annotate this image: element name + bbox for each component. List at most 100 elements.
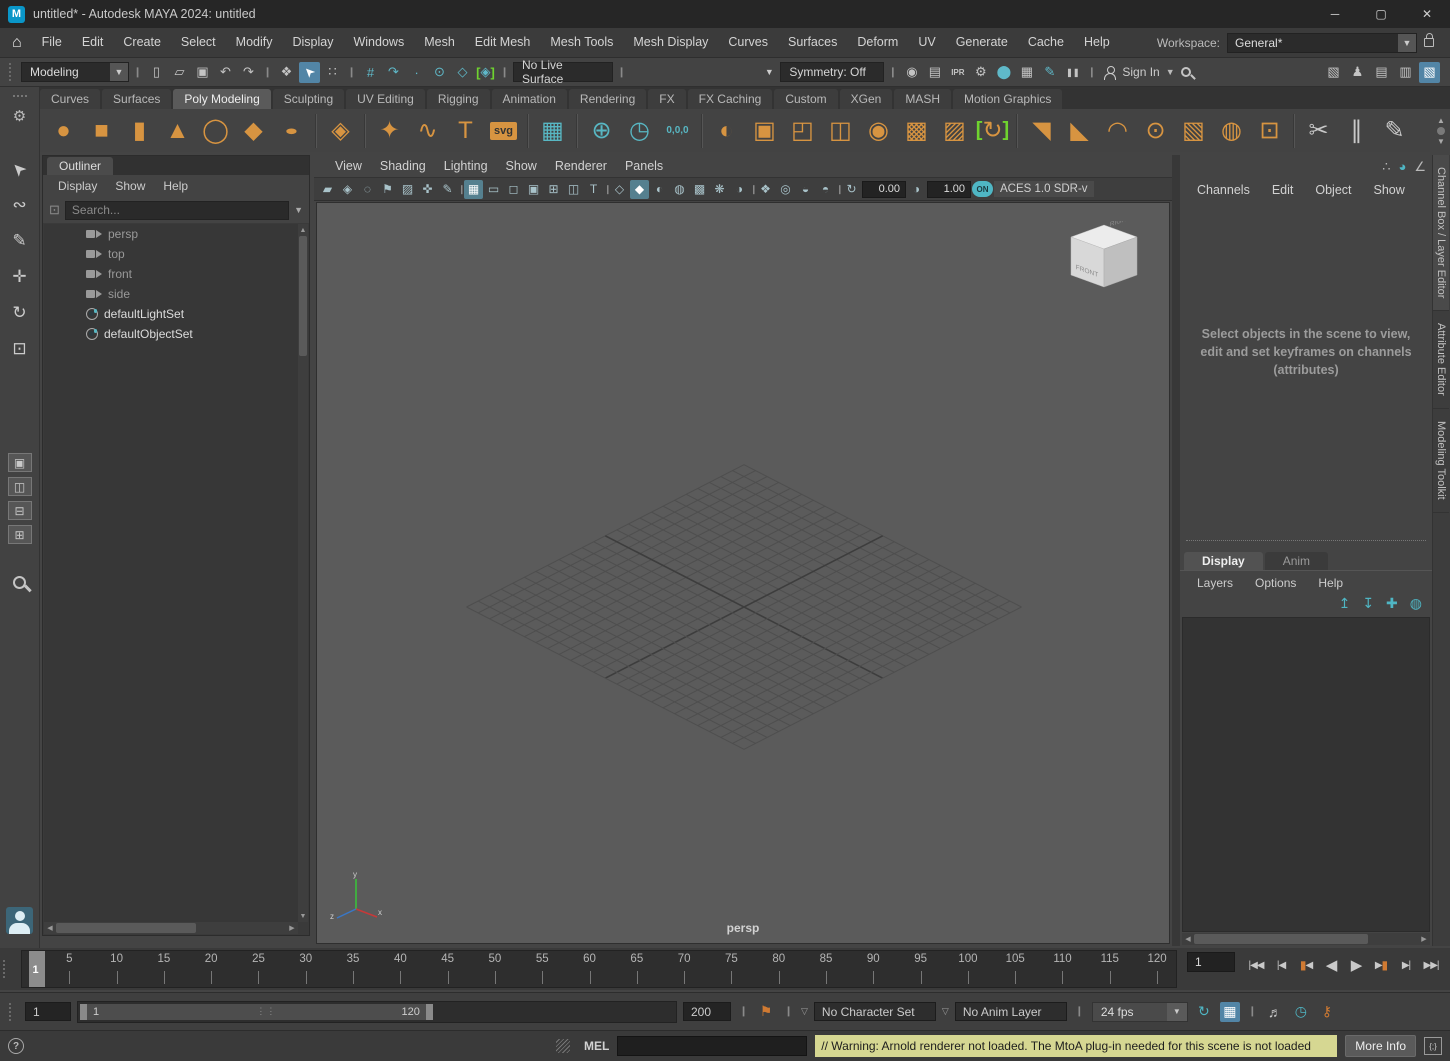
save-scene-icon[interactable]: ▣ <box>192 62 213 83</box>
snap-to-grid-icon[interactable]: # <box>360 62 381 83</box>
layer-tab-display[interactable]: Display <box>1184 552 1263 570</box>
panel-divider[interactable] <box>1186 540 1426 541</box>
open-scene-icon[interactable]: ▱ <box>169 62 190 83</box>
menu-edit[interactable]: Edit <box>72 28 114 57</box>
ipr-render-icon[interactable]: IPR <box>947 62 968 83</box>
remesh-icon[interactable]: [↻] <box>975 113 1010 149</box>
shelf-tab-curves[interactable]: Curves <box>40 89 100 109</box>
poly-plane-icon[interactable]: ◆ <box>236 113 271 149</box>
resize-grip-icon[interactable] <box>556 1039 570 1053</box>
extrude-icon[interactable]: ◥ <box>1024 113 1059 149</box>
user-avatar[interactable] <box>6 907 33 934</box>
single-pane-layout-button[interactable]: ▣ <box>8 453 32 472</box>
snap-to-projected-center-icon[interactable]: ⊙ <box>429 62 450 83</box>
channel-box-menu-edit[interactable]: Edit <box>1263 183 1303 197</box>
split-pane-layout-button[interactable]: ⊟ <box>8 501 32 520</box>
menu-mesh-display[interactable]: Mesh Display <box>623 28 718 57</box>
layer-horizontal-scrollbar[interactable]: ◀ ▶ <box>1182 933 1430 945</box>
playback-range-bar[interactable]: 1 ⋮⋮ 120 <box>80 1004 433 1020</box>
screen-space-ao-icon[interactable]: ❖ <box>756 180 775 199</box>
render-settings-icon[interactable]: ⚙ <box>970 62 991 83</box>
search-commands-icon[interactable] <box>1181 67 1191 77</box>
move-layer-down-icon[interactable]: ↧ <box>1362 595 1374 612</box>
attribute-editor-toggle[interactable]: ▥ <box>1395 62 1416 83</box>
make-live-icon[interactable]: [◈] <box>475 62 496 83</box>
close-button[interactable]: ✕ <box>1404 0 1450 28</box>
separate-icon[interactable]: ◰ <box>785 113 820 149</box>
transform-component-icon[interactable]: ⊡ <box>1252 113 1287 149</box>
layer-tab-anim[interactable]: Anim <box>1265 552 1328 570</box>
four-pane-layout-button[interactable]: ⊞ <box>8 525 32 544</box>
shelf-tab-xgen[interactable]: XGen <box>840 89 893 109</box>
select-by-object-icon[interactable]: ➤ <box>299 62 320 83</box>
render-current-frame-icon[interactable]: ▤ <box>924 62 945 83</box>
shelf-tab-uv-editing[interactable]: UV Editing <box>346 89 425 109</box>
grid-toggle-icon[interactable]: ▦ <box>464 180 483 199</box>
search-input[interactable] <box>65 201 289 220</box>
menu-mesh-tools[interactable]: Mesh Tools <box>540 28 623 57</box>
scrollbar-thumb[interactable] <box>56 923 196 933</box>
multisample-aa-icon[interactable]: ◒ <box>796 180 815 199</box>
lock-workspace-icon[interactable] <box>1424 38 1434 47</box>
auto-keyframe-icon[interactable]: ⚷ <box>1317 1002 1337 1022</box>
animation-start-field[interactable]: 1 <box>25 1002 71 1021</box>
camera-attributes-icon[interactable]: ◌ <box>358 180 377 199</box>
paint-select-tool[interactable]: ✎ <box>5 225 35 257</box>
wireframe-icon[interactable]: ◇ <box>610 180 629 199</box>
home-icon[interactable]: ⌂ <box>12 34 22 52</box>
script-editor-icon[interactable]: {;} <box>1424 1037 1442 1055</box>
2d-pan-zoom-icon[interactable]: ✜ <box>418 180 437 199</box>
channel-box-menu-show[interactable]: Show <box>1365 183 1414 197</box>
film-gate-icon[interactable]: ▭ <box>484 180 503 199</box>
collapse-separator[interactable]: ❙ <box>741 1002 746 1022</box>
add-bookmark-icon[interactable]: ⚑ <box>756 1002 776 1022</box>
resolution-gate-icon[interactable]: ◻ <box>504 180 523 199</box>
scroll-left-icon[interactable]: ◀ <box>1182 933 1194 945</box>
section-grip[interactable] <box>9 1003 16 1021</box>
viewport-menu-view[interactable]: View <box>326 159 371 173</box>
graph-icon[interactable]: ∠ <box>1414 159 1426 175</box>
use-default-material-icon[interactable]: ▩ <box>690 180 709 199</box>
merge-to-center-icon[interactable]: ◉ <box>861 113 896 149</box>
outliner-tab[interactable]: Outliner <box>47 157 113 175</box>
playback-options-icon[interactable]: ▦ <box>1220 1002 1240 1022</box>
depth-of-field-icon[interactable]: ◓ <box>816 180 835 199</box>
maximize-button[interactable]: ▢ <box>1358 0 1404 28</box>
menu-select[interactable]: Select <box>171 28 226 57</box>
range-slider-track[interactable]: 1 ⋮⋮ 120 <box>77 1001 677 1023</box>
wireframe-on-shaded-icon[interactable]: ◐ <box>650 180 669 199</box>
fps-dropdown[interactable]: 24 fps ▼ <box>1092 1002 1188 1022</box>
menu-mesh[interactable]: Mesh <box>414 28 465 57</box>
lasso-tool[interactable]: ∾ <box>5 189 35 221</box>
menu-uv[interactable]: UV <box>908 28 945 57</box>
super-shape-icon[interactable]: ✦ <box>372 113 407 149</box>
hypershade-icon[interactable]: ⬤ <box>993 62 1014 83</box>
menu-display[interactable]: Display <box>282 28 343 57</box>
new-scene-icon[interactable]: ▯ <box>146 62 167 83</box>
step-back-key-button[interactable]: ▮◀ <box>1295 955 1317 975</box>
exposure-field[interactable]: 0.00 <box>862 181 906 198</box>
contrast-icon[interactable]: ◑ <box>907 180 926 199</box>
shelf-tab-rigging[interactable]: Rigging <box>427 89 490 109</box>
outliner-item-front[interactable]: front <box>44 264 298 284</box>
shelf-tab-surfaces[interactable]: Surfaces <box>102 89 171 109</box>
channel-sliders-icon[interactable]: ∴ <box>1382 159 1390 175</box>
menu-edit-mesh[interactable]: Edit Mesh <box>465 28 541 57</box>
side-tab-attribute-editor[interactable]: Attribute Editor <box>1433 311 1449 409</box>
shelf-tab-mash[interactable]: MASH <box>894 89 951 109</box>
viewport-menu-shading[interactable]: Shading <box>371 159 435 173</box>
select-by-component-icon[interactable]: ∷ <box>322 62 343 83</box>
display-layers-toggle[interactable]: ▧ <box>1419 62 1440 83</box>
chevron-down-icon[interactable]: ▼ <box>760 63 778 81</box>
outliner-item-defaultobjectset[interactable]: defaultObjectSet <box>44 324 298 344</box>
scrollbar-thumb[interactable] <box>299 236 307 356</box>
grid-fill-icon[interactable]: ▩ <box>899 113 934 149</box>
panel-splitter[interactable] <box>1172 155 1180 946</box>
menu-create[interactable]: Create <box>113 28 171 57</box>
side-tab-modeling-toolkit[interactable]: Modeling Toolkit <box>1433 409 1449 513</box>
lighting-icon[interactable]: ❋ <box>710 180 729 199</box>
mirror-icon[interactable]: ◫ <box>823 113 858 149</box>
more-info-button[interactable]: More Info <box>1345 1035 1416 1057</box>
menu-modify[interactable]: Modify <box>226 28 283 57</box>
poly-sphere-icon[interactable]: ● <box>46 113 81 149</box>
